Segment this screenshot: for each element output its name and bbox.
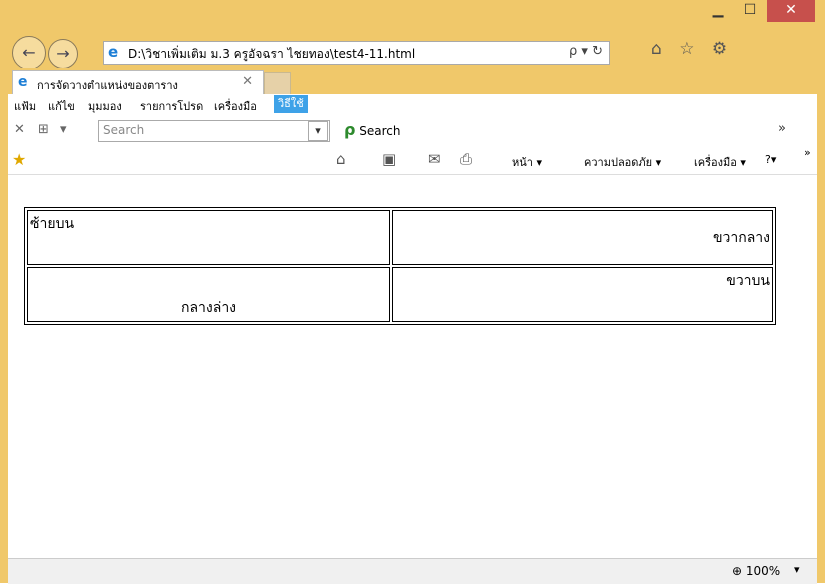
address-url[interactable]: D:\วิชาเพิ่มเติม ม.3 ครูอัจฉรา ไชยทอง\te…	[128, 45, 415, 64]
menu-help[interactable]: วิธีใช้	[274, 95, 308, 113]
address-bar[interactable]: e D:\วิชาเพิ่มเติม ม.3 ครูอัจฉรา ไชยทอง\…	[103, 41, 610, 65]
menu-file[interactable]: แฟ้ม	[14, 97, 36, 115]
status-bar: ⊕ 100% ▾	[8, 558, 817, 584]
add-favorites-icon[interactable]: ★	[12, 150, 26, 169]
search-dropdown-button[interactable]: ▾	[308, 121, 328, 141]
mail-icon[interactable]: ✉	[428, 150, 441, 168]
cell-bottom-center: กลางล่าง	[27, 267, 390, 322]
browser-right-icons: ⌂ ☆ ⚙	[651, 39, 733, 59]
zoom-dropdown[interactable]: ▾	[794, 563, 800, 576]
command-page[interactable]: หน้า ▾	[512, 153, 542, 171]
alignment-table: ซ้ายบน ขวากลาง กลางล่าง ขวาบน	[24, 207, 776, 325]
back-button[interactable]: ←	[12, 36, 46, 70]
zoom-level[interactable]: ⊕ 100%	[732, 564, 780, 578]
menu-bar: แฟ้ม แก้ไข มุมมอง รายการโปรด เครื่องมือ …	[8, 94, 817, 116]
tab-active[interactable]: e การจัดวางตำแหน่งของตาราง ✕	[12, 70, 264, 95]
ie-page-icon: e	[108, 43, 119, 61]
help-icon[interactable]: ?▾	[765, 153, 776, 166]
menu-tools[interactable]: เครื่องมือ	[214, 97, 257, 115]
table-row: ซ้ายบน ขวากลาง	[27, 210, 773, 265]
close-tab-icon[interactable]: ✕	[242, 74, 253, 89]
search-placeholder: Search	[103, 123, 145, 137]
command-overflow-chevron[interactable]: »	[804, 146, 811, 159]
ie-tab-icon: e	[18, 74, 28, 90]
new-tab-button[interactable]	[264, 72, 291, 96]
search-icon: ρ	[344, 120, 356, 139]
menu-edit[interactable]: แก้ไข	[48, 97, 75, 115]
browser-chrome: ← → e D:\วิชาเพิ่มเติม ม.3 ครูอัจฉรา ไชย…	[8, 30, 817, 584]
browser-window: ▁ ☐ ✕ ← → e D:\วิชาเพิ่มเติม ม.3 ครูอัจฉ…	[0, 0, 825, 584]
address-row: ← → e D:\วิชาเพิ่มเติม ม.3 ครูอัจฉรา ไชย…	[8, 30, 817, 70]
refresh-icon[interactable]: ↻	[592, 44, 603, 59]
cell-middle-right: ขวากลาง	[392, 210, 773, 265]
home-icon[interactable]: ⌂	[336, 150, 346, 168]
tab-row: e การจัดวางตำแหน่งของตาราง ✕	[8, 68, 817, 96]
tab-title: การจัดวางตำแหน่งของตาราง	[37, 79, 178, 92]
close-window-button[interactable]: ✕	[767, 0, 815, 22]
menu-favorites[interactable]: รายการโปรด	[140, 97, 203, 115]
close-icon[interactable]: ✕	[14, 122, 25, 137]
address-actions: ρ ▾ ↻	[569, 44, 603, 59]
page-content: ซ้ายบน ขวากลาง กลางล่าง ขวาบน	[8, 174, 817, 559]
add-icon[interactable]: ⊞	[38, 122, 49, 137]
cell-top-left: ซ้ายบน	[27, 210, 390, 265]
minimize-button[interactable]: ▁	[703, 0, 733, 22]
maximize-button[interactable]: ☐	[735, 0, 765, 22]
table-row: กลางล่าง ขวาบน	[27, 267, 773, 322]
toolbar-overflow-chevron[interactable]: »	[778, 121, 786, 136]
home-icon[interactable]: ⌂	[651, 39, 668, 59]
zoom-icon: ⊕	[732, 564, 743, 578]
feed-icon[interactable]: ▣	[382, 150, 396, 168]
command-tools[interactable]: เครื่องมือ ▾	[694, 153, 746, 171]
search-icon[interactable]: ρ	[569, 44, 577, 59]
chevron-down-icon[interactable]: ▾	[60, 122, 67, 137]
cell-top-right: ขวาบน	[392, 267, 773, 322]
search-button[interactable]: ρ Search	[344, 120, 401, 139]
zoom-value: 100%	[745, 564, 781, 578]
search-toolbar: ✕ ⊞ ▾ Search ▾ ρ Search »	[8, 116, 817, 144]
command-bar: ★ ⌂ ▣ ✉ ⎙ หน้า ▾ ความปลอดภัย ▾ เครื่องมื…	[8, 144, 817, 174]
star-icon[interactable]: ☆	[679, 39, 700, 59]
menu-view[interactable]: มุมมอง	[88, 97, 122, 115]
search-button-label: Search	[359, 124, 401, 138]
forward-button[interactable]: →	[48, 39, 78, 69]
search-input[interactable]: Search	[98, 120, 330, 142]
print-icon[interactable]: ⎙	[460, 150, 472, 168]
gear-icon[interactable]: ⚙	[712, 39, 733, 59]
command-safety[interactable]: ความปลอดภัย ▾	[584, 153, 661, 171]
chevron-down-icon[interactable]: ▾	[581, 44, 588, 59]
